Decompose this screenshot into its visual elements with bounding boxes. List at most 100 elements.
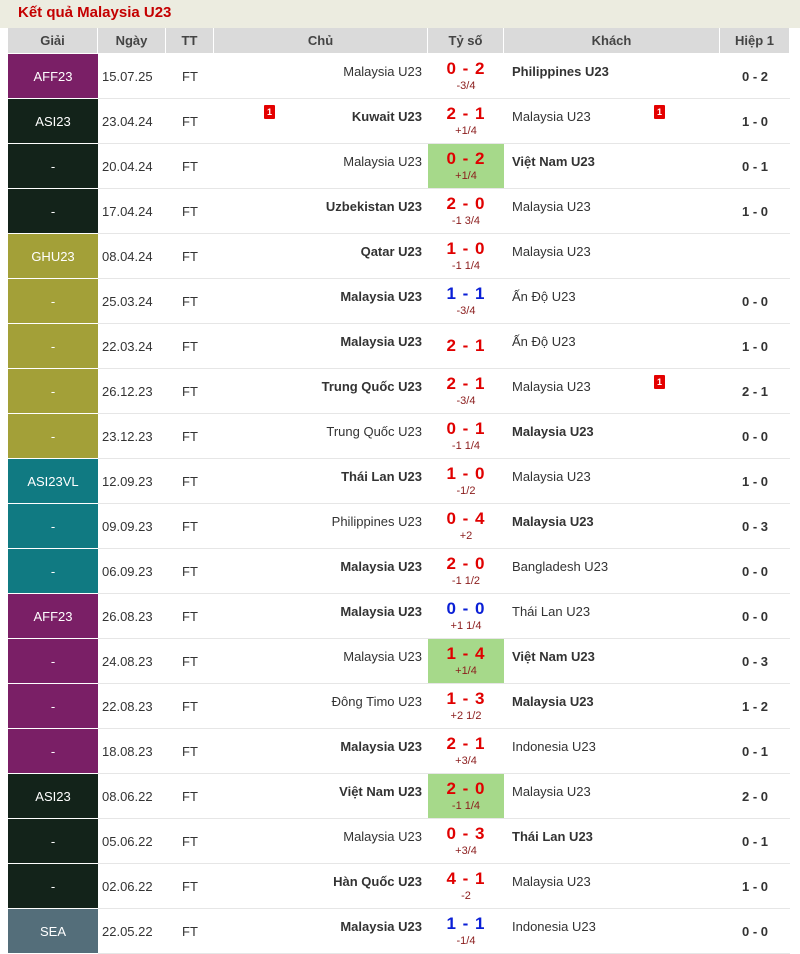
home-team-cell[interactable]: Việt Nam U23 bbox=[214, 774, 428, 819]
away-team-name[interactable]: Philippines U23 bbox=[512, 64, 609, 79]
table-row[interactable]: -05.06.22 FT Malaysia U23 0 - 3 +3/4 Thái Lan… bbox=[8, 819, 790, 864]
home-team-name[interactable]: Malaysia U23 bbox=[340, 289, 422, 304]
away-team-cell[interactable]: Malaysia U23 bbox=[504, 684, 720, 729]
score-cell[interactable]: 2 - 0 -1 3/4 bbox=[428, 189, 504, 234]
away-team-cell[interactable]: Ấn Độ U23 bbox=[504, 324, 720, 369]
score-cell[interactable]: 2 - 1 bbox=[428, 324, 504, 369]
table-row[interactable]: AFF23 15.07.25 FT Malaysia U23 0 - 2 -3/4 Phil… bbox=[8, 54, 790, 99]
home-team-name[interactable]: Malaysia U23 bbox=[340, 604, 422, 619]
score-value[interactable]: 1 - 4 bbox=[428, 644, 504, 664]
away-team-name[interactable]: Malaysia U23 bbox=[512, 469, 591, 484]
away-team-name[interactable]: Malaysia U23 bbox=[512, 244, 591, 259]
home-team-name[interactable]: Việt Nam U23 bbox=[339, 784, 422, 799]
away-team-name[interactable]: Indonesia U23 bbox=[512, 739, 596, 754]
league-cell[interactable]: AFF23 bbox=[8, 54, 98, 99]
away-team-cell[interactable]: Bangladesh U23 bbox=[504, 549, 720, 594]
away-team-name[interactable]: Malaysia U23 bbox=[512, 199, 591, 214]
away-team-cell[interactable]: Thái Lan U23 bbox=[504, 594, 720, 639]
home-team-cell[interactable]: 1 Kuwait U23 bbox=[214, 99, 428, 144]
table-row[interactable]: -20.04.24 FT Malaysia U23 0 - 2 +1/4 Việt Nam… bbox=[8, 144, 790, 189]
away-team-cell[interactable]: Việt Nam U23 bbox=[504, 639, 720, 684]
score-value[interactable]: 1 - 1 bbox=[428, 914, 504, 934]
score-value[interactable]: 1 - 0 bbox=[428, 239, 504, 259]
table-row[interactable]: -26.12.23 FT Trung Quốc U23 2 - 1 -3/4 1 Malay… bbox=[8, 369, 790, 414]
score-cell[interactable]: 1 - 3 +2 1/2 bbox=[428, 684, 504, 729]
away-team-cell[interactable]: Indonesia U23 bbox=[504, 729, 720, 774]
away-team-name[interactable]: Malaysia U23 bbox=[512, 874, 591, 889]
score-cell[interactable]: 1 - 1 -1/4 bbox=[428, 909, 504, 954]
table-row[interactable]: -25.03.24 FT Malaysia U23 1 - 1 -3/4 Ấn Độ U2… bbox=[8, 279, 790, 324]
home-team-cell[interactable]: Malaysia U23 bbox=[214, 729, 428, 774]
league-cell[interactable]: AFF23 bbox=[8, 594, 98, 639]
score-cell[interactable]: 1 - 0 -1/2 bbox=[428, 459, 504, 504]
away-team-cell[interactable]: 1 Malaysia U23 bbox=[504, 99, 720, 144]
table-row[interactable]: -18.08.23 FT Malaysia U23 2 - 1 +3/4 Indonesi… bbox=[8, 729, 790, 774]
league-cell[interactable]: - bbox=[8, 189, 98, 234]
table-row[interactable]: AFF23 26.08.23 FT Malaysia U23 0 - 0 +1 1/4 Th… bbox=[8, 594, 790, 639]
away-team-cell[interactable]: Việt Nam U23 bbox=[504, 144, 720, 189]
home-team-name[interactable]: Hàn Quốc U23 bbox=[333, 874, 422, 889]
table-row[interactable]: SEA 22.05.22 FT Malaysia U23 1 - 1 -1/4 Indone… bbox=[8, 909, 790, 954]
score-value[interactable]: 2 - 1 bbox=[428, 734, 504, 754]
away-team-name[interactable]: Việt Nam U23 bbox=[512, 649, 595, 664]
score-value[interactable]: 0 - 2 bbox=[428, 149, 504, 169]
home-team-cell[interactable]: Malaysia U23 bbox=[214, 279, 428, 324]
away-team-name[interactable]: Ấn Độ U23 bbox=[512, 289, 576, 304]
away-team-cell[interactable]: Ấn Độ U23 bbox=[504, 279, 720, 324]
home-team-name[interactable]: Malaysia U23 bbox=[343, 154, 422, 169]
home-team-cell[interactable]: Malaysia U23 bbox=[214, 144, 428, 189]
home-team-name[interactable]: Trung Quốc U23 bbox=[326, 424, 422, 439]
away-team-name[interactable]: Malaysia U23 bbox=[512, 424, 594, 439]
league-cell[interactable]: - bbox=[8, 684, 98, 729]
away-team-name[interactable]: Ấn Độ U23 bbox=[512, 334, 576, 349]
score-cell[interactable]: 1 - 4 +1/4 bbox=[428, 639, 504, 684]
home-team-cell[interactable]: Uzbekistan U23 bbox=[214, 189, 428, 234]
away-team-cell[interactable]: Philippines U23 bbox=[504, 54, 720, 99]
score-value[interactable]: 2 - 0 bbox=[428, 194, 504, 214]
home-team-name[interactable]: Malaysia U23 bbox=[343, 829, 422, 844]
table-row[interactable]: -06.09.23 FT Malaysia U23 2 - 0 -1 1/2 Bangla… bbox=[8, 549, 790, 594]
home-team-cell[interactable]: Malaysia U23 bbox=[214, 819, 428, 864]
home-team-name[interactable]: Thái Lan U23 bbox=[341, 469, 422, 484]
away-team-name[interactable]: Việt Nam U23 bbox=[512, 154, 595, 169]
league-cell[interactable]: - bbox=[8, 414, 98, 459]
home-team-name[interactable]: Malaysia U23 bbox=[340, 559, 422, 574]
away-team-name[interactable]: Malaysia U23 bbox=[512, 109, 591, 124]
away-team-cell[interactable]: Malaysia U23 bbox=[504, 189, 720, 234]
home-team-name[interactable]: Trung Quốc U23 bbox=[322, 379, 422, 394]
score-cell[interactable]: 2 - 0 -1 1/4 bbox=[428, 774, 504, 819]
home-team-cell[interactable]: Hàn Quốc U23 bbox=[214, 864, 428, 909]
league-cell[interactable]: ASI23 bbox=[8, 99, 98, 144]
score-value[interactable]: 0 - 1 bbox=[428, 419, 504, 439]
score-cell[interactable]: 0 - 4 +2 bbox=[428, 504, 504, 549]
home-team-cell[interactable]: Thái Lan U23 bbox=[214, 459, 428, 504]
home-team-name[interactable]: Malaysia U23 bbox=[340, 739, 422, 754]
away-team-cell[interactable]: Thái Lan U23 bbox=[504, 819, 720, 864]
score-value[interactable]: 4 - 1 bbox=[428, 869, 504, 889]
home-team-cell[interactable]: Malaysia U23 bbox=[214, 639, 428, 684]
score-value[interactable]: 2 - 1 bbox=[428, 336, 504, 356]
table-row[interactable]: -24.08.23 FT Malaysia U23 1 - 4 +1/4 Việt Nam… bbox=[8, 639, 790, 684]
home-team-cell[interactable]: Malaysia U23 bbox=[214, 909, 428, 954]
away-team-name[interactable]: Malaysia U23 bbox=[512, 694, 594, 709]
away-team-cell[interactable]: Malaysia U23 bbox=[504, 414, 720, 459]
table-row[interactable]: ASI23VL 12.09.23 FT Thái Lan U23 1 - 0 -1/2 Ma… bbox=[8, 459, 790, 504]
home-team-name[interactable]: Đông Timo U23 bbox=[332, 694, 422, 709]
home-team-cell[interactable]: Malaysia U23 bbox=[214, 324, 428, 369]
away-team-name[interactable]: Thái Lan U23 bbox=[512, 604, 590, 619]
table-row[interactable]: -23.12.23 FT Trung Quốc U23 0 - 1 -1 1/4 Mala… bbox=[8, 414, 790, 459]
score-value[interactable]: 1 - 3 bbox=[428, 689, 504, 709]
score-value[interactable]: 2 - 0 bbox=[428, 779, 504, 799]
league-cell[interactable]: - bbox=[8, 639, 98, 684]
score-value[interactable]: 0 - 4 bbox=[428, 509, 504, 529]
score-cell[interactable]: 0 - 2 -3/4 bbox=[428, 54, 504, 99]
home-team-name[interactable]: Malaysia U23 bbox=[340, 334, 422, 349]
league-cell[interactable]: - bbox=[8, 504, 98, 549]
score-cell[interactable]: 0 - 2 +1/4 bbox=[428, 144, 504, 189]
league-cell[interactable]: ASI23 bbox=[8, 774, 98, 819]
home-team-cell[interactable]: Trung Quốc U23 bbox=[214, 369, 428, 414]
away-team-name[interactable]: Indonesia U23 bbox=[512, 919, 596, 934]
home-team-cell[interactable]: Qatar U23 bbox=[214, 234, 428, 279]
home-team-name[interactable]: Malaysia U23 bbox=[340, 919, 422, 934]
table-row[interactable]: ASI23 23.04.24 FT 1 Kuwait U23 2 - 1 +1/4 1 Mala… bbox=[8, 99, 790, 144]
